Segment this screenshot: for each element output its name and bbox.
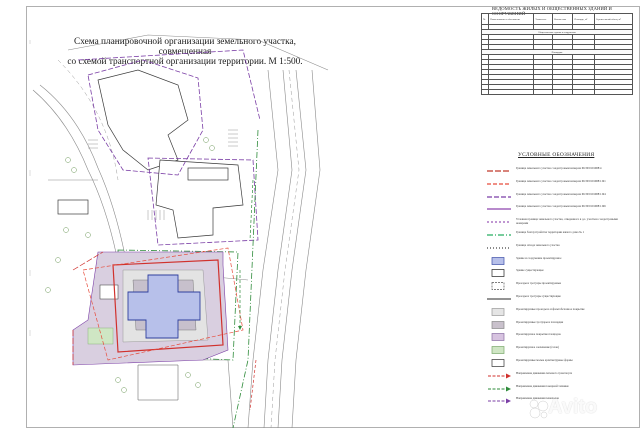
schedule-header-floors: Этажность	[533, 13, 554, 25]
legend-item: Направление движения легкового транспорт…	[486, 371, 632, 381]
legend-symbol	[487, 298, 511, 300]
legend-symbol	[487, 170, 511, 172]
legend-label: Направление движения пожарной техники	[516, 383, 569, 388]
legend-title: УСЛОВНЫЕ ОБОЗНАЧЕНИЯ	[518, 152, 595, 158]
legend-label: Условная граница земельного участка, отв…	[516, 217, 618, 225]
legend-item: Здание существующее	[486, 268, 632, 278]
traffic-arrows	[238, 179, 257, 411]
legend-item: Граница земельного участка с кадастровым…	[486, 204, 632, 214]
legend-label: Граница земельного участка с кадастровым…	[516, 204, 606, 209]
schedule-header-number: №	[480, 13, 490, 25]
schedule-header-area: Площадь, м²	[572, 13, 595, 25]
legend-label: Проезды и тротуары существующие	[516, 294, 561, 298]
legend-label: Здание существующее	[516, 268, 544, 273]
lawn-area	[87, 327, 114, 345]
drawing-sheet: Схема планировочной организации земельно…	[0, 0, 640, 431]
legend-item: Граница земельного участка с кадастровым…	[486, 166, 632, 176]
site-plan	[29, 34, 329, 428]
legend-item: Проектируемые тротуары и площадки	[486, 320, 632, 330]
legend-label: Граница земельного участка с кадастровым…	[516, 191, 606, 196]
schedule-header-volume: Строительный объем, м³	[593, 13, 634, 25]
legend-symbol	[491, 346, 505, 355]
legend-item: Проезды и тротуары существующие	[486, 294, 632, 304]
legend-symbol	[487, 195, 511, 198]
legend-item: Проектируемые проезды и асфальтобетонное…	[486, 307, 632, 317]
legend-label: Граница отвода земельного участка	[516, 242, 560, 247]
legend-symbol	[491, 269, 505, 278]
legend-item: Граница отвода земельного участка	[486, 243, 632, 253]
legend-symbol	[488, 398, 511, 404]
schedule-header-name: Наименование и обозначение	[488, 13, 535, 25]
legend-symbol	[488, 386, 511, 392]
legend-item: Проезды и тротуары проектируемые	[486, 281, 632, 291]
watermark: Avito	[548, 396, 598, 418]
legend-label: Проектируемые тротуары и площадки	[516, 319, 564, 324]
legend-symbol	[488, 373, 511, 379]
legend-symbol	[491, 359, 505, 367]
legend-symbol	[491, 320, 505, 329]
project-zone	[72, 251, 229, 401]
legend-label: Проезды и тротуары проектируемые	[516, 281, 562, 286]
legend-symbol	[487, 234, 511, 236]
legend-item: Граница земельного участка с кадастровым…	[486, 179, 632, 189]
legend-symbol	[487, 208, 511, 210]
legend-label: Здание и сооружение проектируемое	[516, 255, 562, 260]
existing-buildings	[57, 69, 244, 239]
avito-logo-icon	[529, 399, 549, 419]
schedule-table: № Наименование и обозначение Этажность К…	[480, 13, 634, 95]
legend-label: Проектируемые малые архитектурные формы	[516, 358, 573, 362]
legend-label: Граница земельного участка с кадастровым…	[516, 178, 606, 183]
legend-symbol	[487, 221, 511, 223]
legend-symbol	[491, 256, 505, 265]
legend-label: Граница земельного участка с кадастровым…	[516, 166, 602, 170]
legend-label: Направление движения легкового транспорт…	[516, 370, 573, 375]
legend-item: Проектируемые малые архитектурные формы	[486, 358, 632, 368]
legend-item: Проектируемое покрытие площадок	[486, 332, 632, 342]
schedule-header-count: Количество	[552, 13, 574, 25]
legend-symbol	[487, 183, 511, 185]
legend-label: Проектируемые проезды и асфальтобетонное…	[516, 306, 585, 311]
legend-symbol	[487, 247, 511, 249]
legend-item: Проектируемое озеленение (газон)	[486, 345, 632, 355]
legend-symbol	[491, 307, 505, 316]
legend-item: Здание и сооружение проектируемое	[486, 256, 632, 266]
legend-symbol	[491, 282, 505, 291]
legend-label: Проектируемое покрытие площадок	[516, 332, 561, 337]
legend-symbol	[491, 333, 505, 342]
schedule-header-row: № Наименование и обозначение Этажность К…	[480, 13, 634, 25]
legend-label: Граница благоустройства территории жилог…	[516, 230, 585, 234]
legend-item: Граница земельного участка с кадастровым…	[486, 192, 632, 202]
legend-item: Граница благоустройства территории жилог…	[486, 230, 632, 240]
legend-item: Условная граница земельного участка, отв…	[486, 217, 632, 227]
legend-label: Проектируемое озеленение (газон)	[516, 345, 559, 350]
schedule-row	[480, 89, 634, 95]
legend-item: Направление движения пожарной техники	[486, 384, 632, 394]
